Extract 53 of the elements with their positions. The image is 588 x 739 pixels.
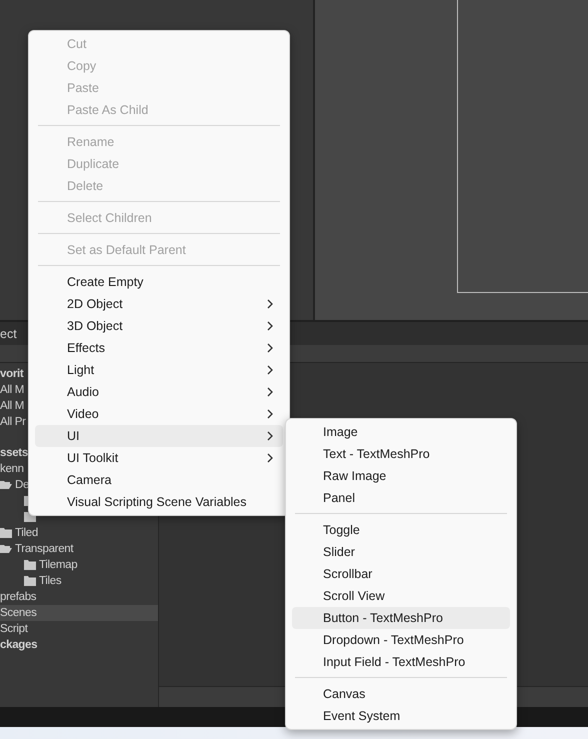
tree-item[interactable]: All M [0,400,24,412]
menu-item[interactable]: 3D Object [35,315,283,337]
chevron-right-icon [267,321,273,331]
tree-item[interactable]: prefabs [0,591,36,603]
menu-item[interactable]: Camera [35,469,283,491]
tree-item[interactable]: Script [0,623,28,635]
menu-item[interactable]: Slider [292,541,510,563]
tree-item[interactable]: Scenes [0,607,37,619]
chevron-right-icon [267,365,273,375]
menu-item[interactable]: Scrollbar [292,563,510,585]
menu-item[interactable]: Scroll View [292,585,510,607]
tree-item[interactable]: Transparent [15,543,74,555]
tree-item[interactable]: vorit [0,368,24,380]
folder-icon [24,560,36,570]
menu-item[interactable]: Create Empty [35,271,283,293]
menu-item[interactable]: Light [35,359,283,381]
selected-tree-row[interactable]: Scenes [0,605,158,621]
menu-item[interactable]: Toggle [292,519,510,541]
menu-item[interactable]: 2D Object [35,293,283,315]
menu-item[interactable]: Visual Scripting Scene Variables [35,491,283,513]
tree-item[interactable]: kenn [0,463,24,475]
menu-item[interactable]: Panel [292,487,510,509]
tree-item[interactable]: All M [0,384,24,396]
tree-item[interactable]: ssets [0,447,28,459]
folder-icon [0,528,12,538]
menu-item[interactable]: Button - TextMeshPro [292,607,510,629]
menu-item[interactable]: Image [292,421,510,443]
chevron-right-icon [267,387,273,397]
tree-item[interactable]: De [15,479,30,491]
menu-item[interactable]: Raw Image [292,465,510,487]
folder-icon [24,576,36,586]
tree-item[interactable]: Tiled [15,527,38,539]
menu-item[interactable]: Effects [35,337,283,359]
menu-item[interactable]: UI [35,425,283,447]
chevron-right-icon [267,453,273,463]
tree-item[interactable]: Tiles [39,575,62,587]
menu-item[interactable]: Text - TextMeshPro [292,443,510,465]
menu-item[interactable]: Input Field - TextMeshPro [292,651,510,673]
tree-item[interactable]: ckages [0,639,38,651]
chevron-right-icon [267,409,273,419]
project-tab[interactable]: ect [0,326,17,340]
open-folder-icon [0,544,12,554]
tree-item[interactable]: All Pr [0,416,26,428]
menu-item[interactable]: Audio [35,381,283,403]
chevron-right-icon [267,299,273,309]
chevron-right-icon [267,343,273,353]
menu-item[interactable]: UI Toolkit [35,447,283,469]
menu-item[interactable]: Video [35,403,283,425]
menu-item[interactable]: Canvas [292,683,510,705]
tree-item[interactable]: Tilemap [39,559,78,571]
chevron-right-icon [267,431,273,441]
open-folder-icon [0,480,12,490]
menu-item[interactable]: Dropdown - TextMeshPro [292,629,510,651]
